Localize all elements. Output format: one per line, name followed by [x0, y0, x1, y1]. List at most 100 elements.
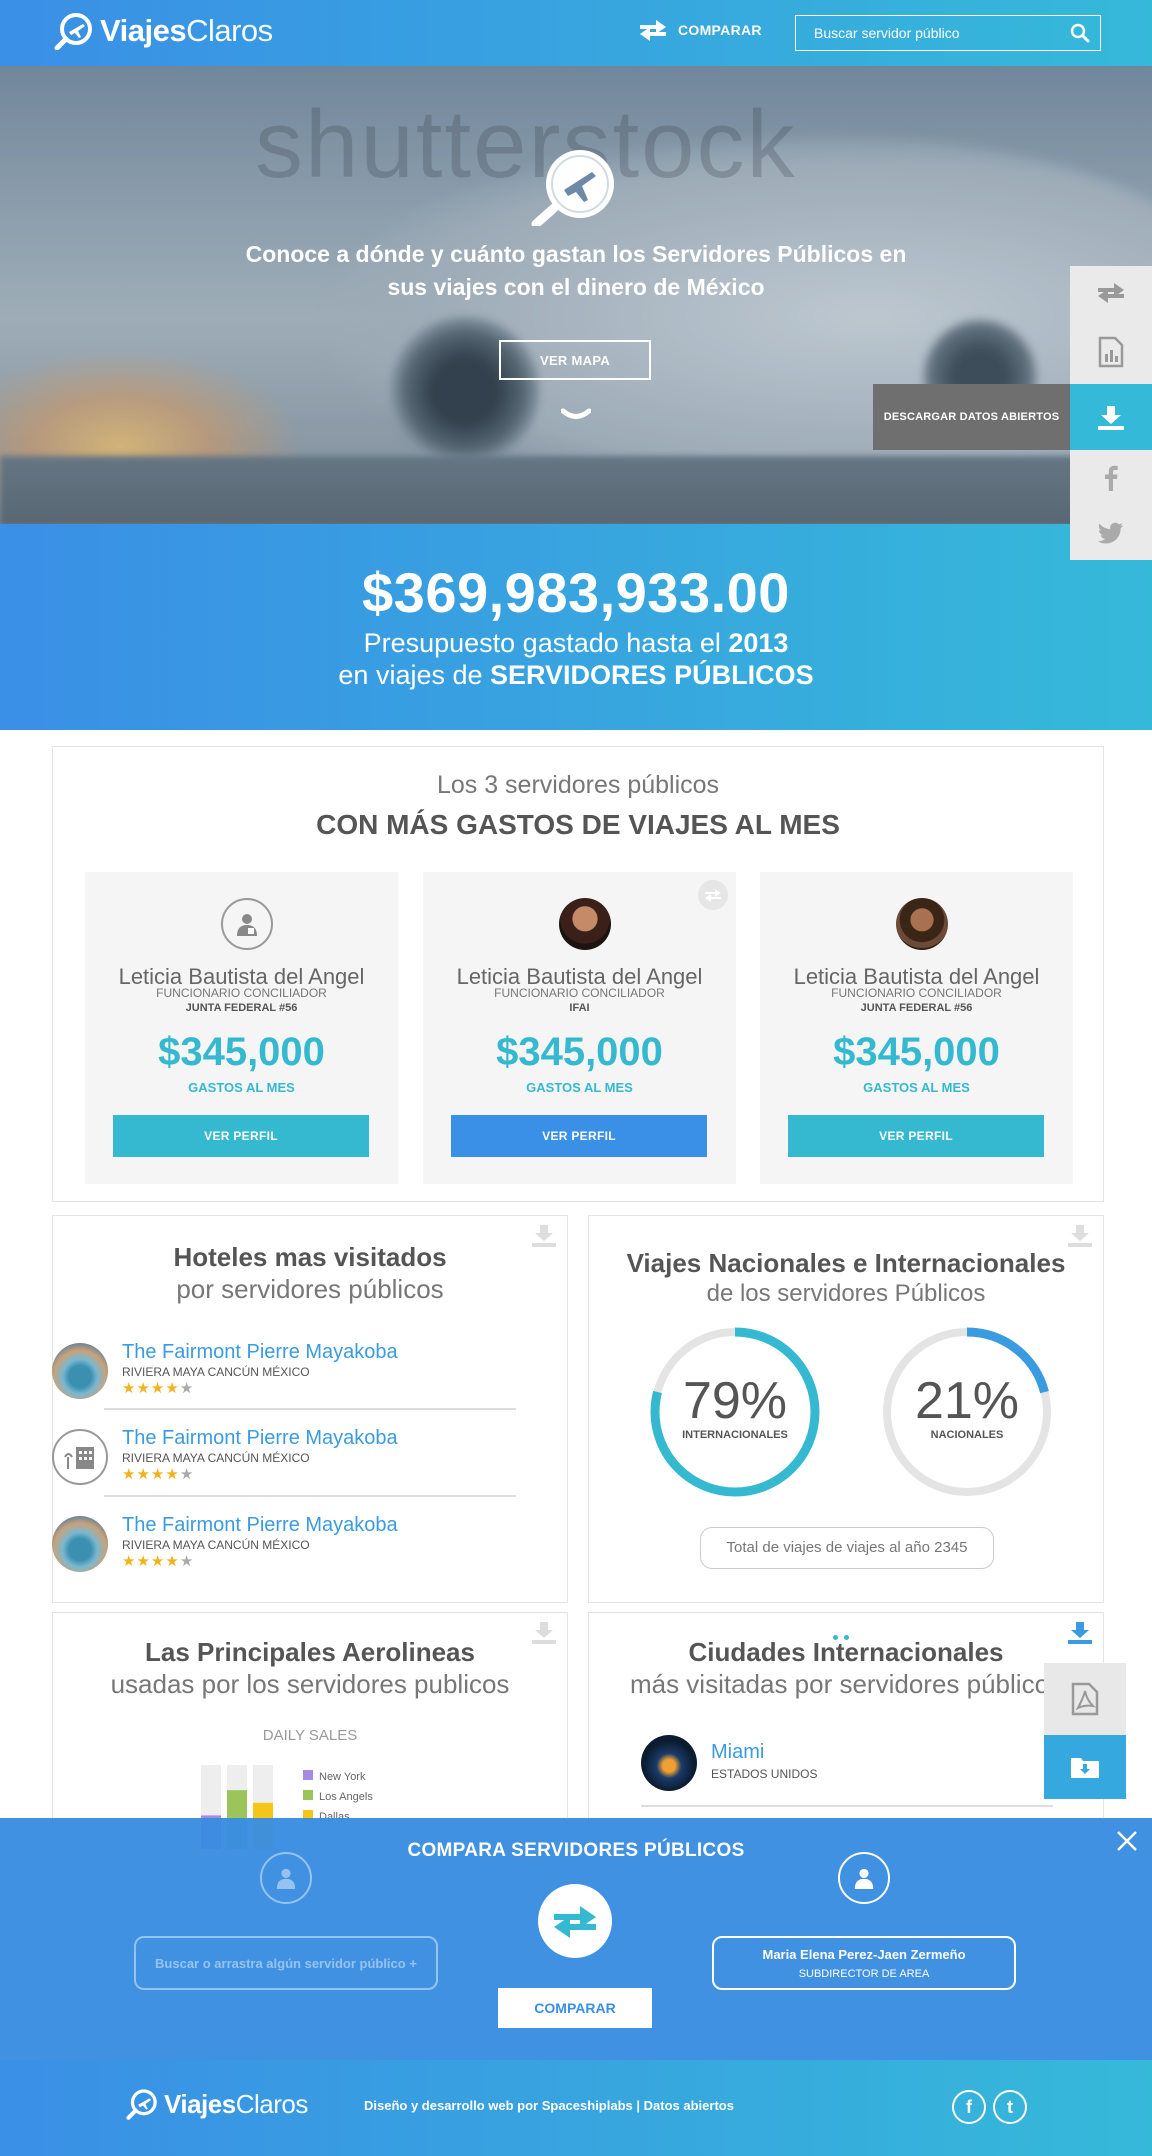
footer-credits: Diseño y desarrollo web por Spaceshiplab…: [364, 2098, 734, 2113]
view-profile-button[interactable]: VER PERFIL: [788, 1115, 1044, 1157]
hotel-photo-placeholder: [52, 1429, 108, 1485]
star-icon: ★: [122, 1466, 137, 1483]
city-name[interactable]: Miami: [711, 1741, 764, 1764]
hotel-photo: [52, 1343, 108, 1399]
user-badge-icon: [276, 1868, 296, 1889]
star-icon: ★: [165, 1380, 180, 1397]
scroll-down-chevron-icon[interactable]: [561, 408, 591, 422]
hotel-rating-stars: ★★★★★: [122, 1465, 194, 1483]
compare-nav-link[interactable]: COMPARAR: [638, 18, 762, 42]
facebook-icon: f: [966, 2096, 972, 2117]
budget-caption-highlight: SERVIDORES PÚBLICOS: [490, 660, 814, 690]
international-percent: 79%: [682, 1372, 788, 1430]
legend-swatch: [303, 1770, 313, 1780]
view-profile-button[interactable]: VER PERFIL: [113, 1115, 369, 1157]
user-badge-icon: [854, 1868, 874, 1889]
compare-swap-button[interactable]: [538, 1884, 612, 1958]
hotels-subtitle: por servidores públicos: [176, 1274, 444, 1304]
twitter-icon: t: [1007, 2096, 1013, 2117]
trips-subtitle: de los servidores Públicos: [706, 1280, 986, 1307]
servant-org: JUNTA FEDERAL #56: [860, 1002, 973, 1014]
servant-period: GASTOS AL MES: [526, 1080, 633, 1095]
hotel-item[interactable]: The Fairmont Pierre Mayakoba RIVIERA MAY…: [52, 1498, 517, 1584]
footer-twitter-button[interactable]: t: [993, 2090, 1027, 2124]
download-open-data-tooltip: DESCARGAR DATOS ABIERTOS: [873, 384, 1070, 450]
pdf-icon: [1071, 1682, 1099, 1716]
side-dock: [1070, 266, 1152, 560]
page: ViajesClaros COMPARAR shutterstock Conoc…: [0, 0, 1152, 2156]
hotel-item[interactable]: The Fairmont Pierre Mayakoba RIVIERA MAY…: [52, 1411, 517, 1497]
star-empty-icon: ★: [179, 1380, 195, 1397]
budget-caption-line2: en viajes de SERVIDORES PÚBLICOS: [0, 660, 1152, 691]
star-icon: ★: [136, 1380, 151, 1397]
dock-twitter-button[interactable]: [1070, 506, 1152, 560]
footer-logo[interactable]: Viajes Claros: [126, 2088, 308, 2120]
servant-amount: $345,000: [833, 1030, 1000, 1074]
dock-download-button[interactable]: [1070, 384, 1152, 450]
star-icon: ★: [165, 1466, 180, 1483]
servant-card: Leticia Bautista del Angel FUNCIONARIO C…: [760, 872, 1073, 1184]
add-to-compare-button[interactable]: [698, 880, 728, 910]
view-map-button[interactable]: VER MAPA: [499, 340, 651, 380]
airlines-title: Las Principales Aerolineas: [145, 1637, 475, 1667]
budget-amount: $369,983,933.00: [362, 561, 790, 624]
hotel-item[interactable]: The Fairmont Pierre Mayakoba RIVIERA MAY…: [52, 1325, 517, 1411]
dock-facebook-button[interactable]: [1070, 450, 1152, 506]
footer-facebook-button[interactable]: f: [952, 2090, 986, 2124]
total-trips-pill: Total de viajes de viajes al año 2345: [700, 1527, 994, 1569]
compare-bar: COMPARA SERVIDORES PÚBLICOS Buscar o arr…: [0, 1818, 1152, 2060]
servant-card: Leticia Bautista del Angel FUNCIONARIO C…: [85, 872, 398, 1184]
left-compare-slot[interactable]: Buscar o arrastra algún servidor público…: [134, 1936, 438, 1990]
budget-stats-band: $369,983,933.00 Presupuesto gastado hast…: [0, 524, 1152, 730]
hotel-location: RIVIERA MAYA CANCÚN MÉXICO: [122, 1365, 310, 1379]
servant-period: GASTOS AL MES: [863, 1080, 970, 1095]
star-icon: ★: [165, 1553, 180, 1570]
right-compare-slot[interactable]: Maria Elena Perez-Jaen Zermeño SUBDIRECT…: [712, 1936, 1016, 1990]
compare-arrows-icon: [705, 889, 721, 902]
header: Viajes Claros COMPARAR: [0, 0, 1152, 66]
download-icon[interactable]: [1067, 1224, 1093, 1248]
hotel-name[interactable]: The Fairmont Pierre Mayakoba: [122, 1341, 398, 1364]
compare-arrows-icon: [1098, 283, 1124, 303]
avatar-placeholder: [221, 898, 273, 950]
view-profile-button[interactable]: VER PERFIL: [451, 1115, 707, 1157]
star-icon: ★: [136, 1553, 151, 1570]
compare-nav-label: COMPARAR: [678, 22, 762, 38]
download-icon: [1098, 406, 1124, 430]
compare-arrows-icon: [554, 1906, 596, 1938]
divider: [641, 1805, 1053, 1807]
footer-studio-link[interactable]: Spaceshiplabs: [542, 2098, 633, 2113]
compare-arrows-icon: [640, 20, 666, 41]
budget-year: 2013: [728, 628, 789, 658]
logo[interactable]: Viajes Claros: [54, 12, 273, 50]
star-icon: ★: [150, 1553, 166, 1570]
divider: [104, 1408, 516, 1410]
star-icon: ★: [122, 1553, 137, 1570]
legend-label: Los Angels: [319, 1791, 373, 1803]
dock-compare-button[interactable]: [1070, 266, 1152, 320]
star-empty-icon: ★: [179, 1553, 195, 1570]
footer-open-data-link[interactable]: Datos abiertos: [644, 2098, 734, 2113]
carousel-dots[interactable]: [833, 1627, 857, 1640]
close-icon[interactable]: [1116, 1830, 1138, 1852]
servant-period: GASTOS AL MES: [188, 1080, 295, 1095]
compare-button[interactable]: COMPARAR: [498, 1988, 652, 2028]
servant-amount: $345,000: [158, 1030, 325, 1074]
avatar: [896, 898, 948, 950]
hotel-name[interactable]: The Fairmont Pierre Mayakoba: [122, 1514, 398, 1537]
export-folder-button[interactable]: [1044, 1735, 1126, 1799]
cities-export-menu: [1044, 1663, 1126, 1799]
hotel-location: RIVIERA MAYA CANCÚN MÉXICO: [122, 1538, 310, 1552]
dock-report-button[interactable]: [1070, 320, 1152, 384]
footer: Viajes Claros Diseño y desarrollo web por…: [0, 2060, 1152, 2156]
servant-role: FUNCIONARIO CONCILIADOR: [494, 986, 665, 1000]
export-pdf-button[interactable]: [1044, 1663, 1126, 1735]
search-input[interactable]: [814, 25, 1064, 41]
search-icon[interactable]: [1070, 23, 1090, 43]
hotel-name[interactable]: The Fairmont Pierre Mayakoba: [122, 1427, 398, 1450]
logo-magnifier-plane-icon: [54, 13, 92, 50]
budget-caption-text: Presupuesto gastado hasta el: [363, 628, 729, 658]
trips-title: Viajes Nacionales e Internacionales: [626, 1248, 1066, 1278]
hero-watermark: shutterstock: [255, 91, 797, 198]
national-label: NACIONALES: [930, 1429, 1004, 1441]
